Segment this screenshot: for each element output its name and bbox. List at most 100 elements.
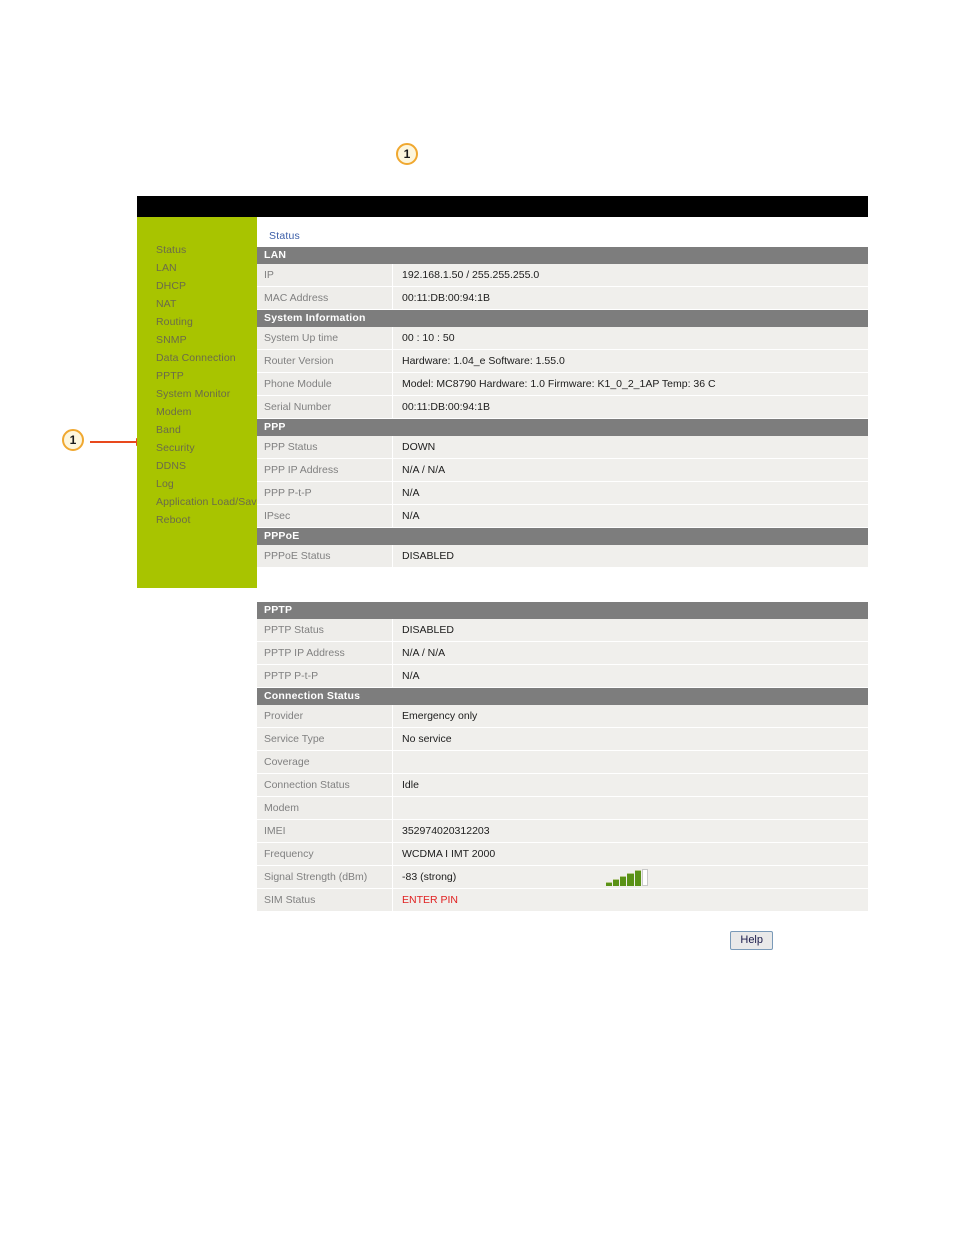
table-row: IMEI 352974020312203 bbox=[257, 820, 868, 843]
table-row: Modem bbox=[257, 797, 868, 820]
sidebar-item-application-load-save[interactable]: Application Load/Save bbox=[137, 493, 262, 511]
sidebar-nav: Status LAN DHCP NAT Routing SNMP Data Co… bbox=[137, 217, 262, 588]
row-value: WCDMA I IMT 2000 bbox=[393, 843, 868, 865]
row-label: Signal Strength (dBm) bbox=[257, 866, 393, 888]
sidebar-item-status[interactable]: Status bbox=[137, 241, 257, 259]
row-label: System Up time bbox=[257, 327, 393, 349]
table-row: IPsec N/A bbox=[257, 505, 868, 528]
row-value bbox=[393, 797, 868, 819]
callout-badge-1-left: 1 bbox=[62, 429, 84, 451]
row-label: PPP P-t-P bbox=[257, 482, 393, 504]
sidebar-item-system-monitor[interactable]: System Monitor bbox=[137, 385, 257, 403]
row-value: 00 : 10 : 50 bbox=[393, 327, 868, 349]
table-row: PPPoE Status DISABLED bbox=[257, 545, 868, 568]
table-row: MAC Address 00:11:DB:00:94:1B bbox=[257, 287, 868, 310]
row-label: IPsec bbox=[257, 505, 393, 527]
table-row: Coverage bbox=[257, 751, 868, 774]
sidebar-item-band[interactable]: Band bbox=[137, 421, 257, 439]
row-label: Coverage bbox=[257, 751, 393, 773]
window-topbar bbox=[137, 196, 868, 217]
sidebar-item-reboot[interactable]: Reboot bbox=[137, 511, 257, 529]
row-value: -83 (strong) bbox=[393, 866, 868, 888]
row-value: N/A bbox=[393, 665, 868, 687]
signal-strength-icon bbox=[606, 869, 648, 886]
row-label: SIM Status bbox=[257, 889, 393, 911]
tab-status[interactable]: Status bbox=[269, 230, 300, 242]
signal-bar bbox=[620, 876, 627, 886]
sidebar-item-dhcp[interactable]: DHCP bbox=[137, 277, 257, 295]
table-row: Frequency WCDMA I IMT 2000 bbox=[257, 843, 868, 866]
row-value: DISABLED bbox=[393, 545, 868, 567]
table-row: Phone Module Model: MC8790 Hardware: 1.0 … bbox=[257, 373, 868, 396]
row-value: 192.168.1.50 / 255.255.255.0 bbox=[393, 264, 868, 286]
row-value: N/A bbox=[393, 505, 868, 527]
row-value: N/A / N/A bbox=[393, 459, 868, 481]
table-row: PPP P-t-P N/A bbox=[257, 482, 868, 505]
row-label: IMEI bbox=[257, 820, 393, 842]
row-label: IP bbox=[257, 264, 393, 286]
sidebar-item-routing[interactable]: Routing bbox=[137, 313, 257, 331]
sidebar-item-pptp[interactable]: PPTP bbox=[137, 367, 257, 385]
row-value: 00:11:DB:00:94:1B bbox=[393, 287, 868, 309]
row-label: PPPoE Status bbox=[257, 545, 393, 567]
row-value: No service bbox=[393, 728, 868, 750]
section-header: PPPoE bbox=[257, 528, 868, 545]
sidebar-item-log[interactable]: Log bbox=[137, 475, 257, 493]
status-panel-lower: PPTP PPTP Status DISABLED PPTP IP Address N/… bbox=[257, 602, 868, 912]
signal-bar bbox=[634, 870, 641, 886]
table-row: Connection Status Idle bbox=[257, 774, 868, 797]
status-panel-upper: LAN IP 192.168.1.50 / 255.255.255.0 MAC Add… bbox=[257, 247, 868, 568]
row-value: DISABLED bbox=[393, 619, 868, 641]
footer-bar: Help bbox=[137, 930, 868, 950]
sidebar-item-security[interactable]: Security bbox=[137, 439, 257, 457]
router-web-ui: Status LAN DHCP NAT Routing SNMP Data Co… bbox=[137, 196, 868, 912]
sidebar-item-ddns[interactable]: DDNS bbox=[137, 457, 257, 475]
panel-gap bbox=[137, 588, 868, 602]
table-row: PPTP P-t-P N/A bbox=[257, 665, 868, 688]
sidebar-item-data-connection[interactable]: Data Connection bbox=[137, 349, 257, 367]
tabbar: Status bbox=[257, 217, 868, 247]
table-row: PPTP Status DISABLED bbox=[257, 619, 868, 642]
row-value: N/A / N/A bbox=[393, 642, 868, 664]
signal-bar bbox=[641, 869, 648, 886]
table-row: PPTP IP Address N/A / N/A bbox=[257, 642, 868, 665]
row-label: Phone Module bbox=[257, 373, 393, 395]
row-label: PPTP IP Address bbox=[257, 642, 393, 664]
row-value: Idle bbox=[393, 774, 868, 796]
sidebar-item-nat[interactable]: NAT bbox=[137, 295, 257, 313]
table-row: Signal Strength (dBm) -83 (strong) bbox=[257, 866, 868, 889]
section-header: PPTP bbox=[257, 602, 868, 619]
row-value: 00:11:DB:00:94:1B bbox=[393, 396, 868, 418]
row-value: N/A bbox=[393, 482, 868, 504]
section-header: System Information bbox=[257, 310, 868, 327]
row-value: 352974020312203 bbox=[393, 820, 868, 842]
row-label: Serial Number bbox=[257, 396, 393, 418]
table-row: Serial Number 00:11:DB:00:94:1B bbox=[257, 396, 868, 419]
row-label: PPTP P-t-P bbox=[257, 665, 393, 687]
row-label: Service Type bbox=[257, 728, 393, 750]
row-value: ENTER PIN bbox=[393, 889, 868, 911]
row-label: Connection Status bbox=[257, 774, 393, 796]
table-row: IP 192.168.1.50 / 255.255.255.0 bbox=[257, 264, 868, 287]
signal-bar bbox=[627, 873, 634, 886]
signal-bar bbox=[606, 882, 613, 886]
row-label: Frequency bbox=[257, 843, 393, 865]
sidebar-item-lan[interactable]: LAN bbox=[137, 259, 257, 277]
sidebar-item-snmp[interactable]: SNMP bbox=[137, 331, 257, 349]
table-row: Service Type No service bbox=[257, 728, 868, 751]
main-content: Status LAN IP 192.168.1.50 / 255.255.255.0… bbox=[257, 217, 868, 568]
row-label: MAC Address bbox=[257, 287, 393, 309]
row-value: Hardware: 1.04_e Software: 1.55.0 bbox=[393, 350, 868, 372]
table-row: System Up time 00 : 10 : 50 bbox=[257, 327, 868, 350]
table-row: SIM Status ENTER PIN bbox=[257, 889, 868, 912]
help-button[interactable]: Help bbox=[730, 931, 773, 950]
sidebar-item-modem[interactable]: Modem bbox=[137, 403, 257, 421]
row-label: PPTP Status bbox=[257, 619, 393, 641]
status-panel-lower-wrap: PPTP PPTP Status DISABLED PPTP IP Address N/… bbox=[137, 602, 868, 912]
table-row: PPP IP Address N/A / N/A bbox=[257, 459, 868, 482]
table-row: PPP Status DOWN bbox=[257, 436, 868, 459]
row-label: Router Version bbox=[257, 350, 393, 372]
table-row: Router Version Hardware: 1.04_e Software:… bbox=[257, 350, 868, 373]
row-label: Modem bbox=[257, 797, 393, 819]
section-header: Connection Status bbox=[257, 688, 868, 705]
